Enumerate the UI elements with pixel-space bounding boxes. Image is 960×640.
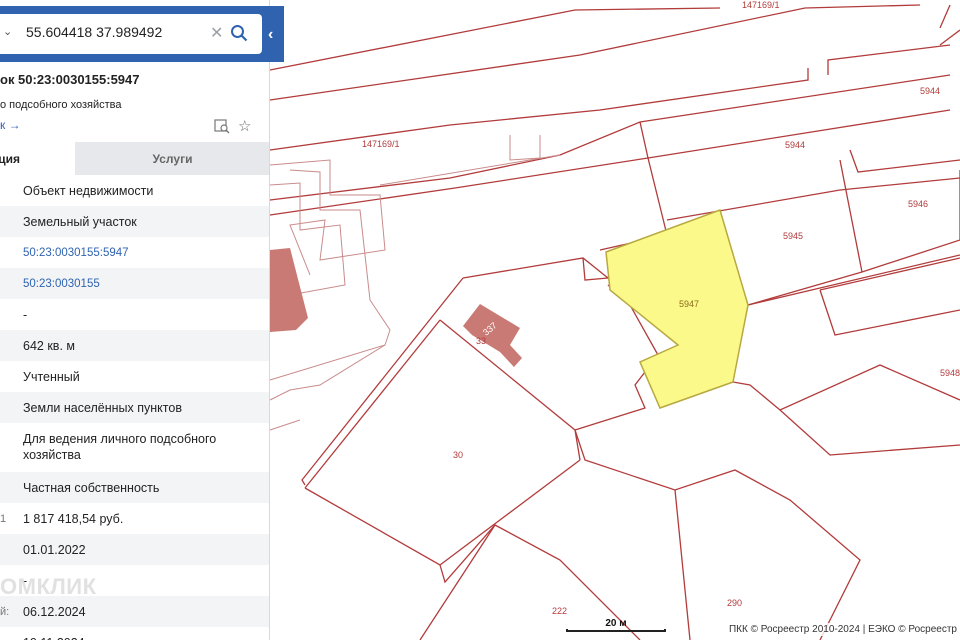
property-row: 642 кв. м [0, 330, 269, 361]
property-value: Частная собственность [23, 481, 160, 495]
property-value: Для ведения личного подсобного хозяйства [23, 432, 217, 462]
property-link[interactable]: 50:23:0030155 [23, 276, 262, 292]
property-row: 01.01.2022 [0, 534, 269, 565]
property-value: 19.11.2024 [23, 635, 262, 640]
plot-label: 5947 [679, 299, 699, 309]
property-list: Объект недвижимости Земельный участок 50:2… [0, 175, 269, 640]
search-bar: ⌄ ✕ ‹ [0, 6, 284, 62]
plot-label: 5948 [940, 368, 960, 378]
property-row: Частная собственность [0, 472, 269, 503]
property-key: 1 [0, 513, 7, 525]
plot-label: 5946 [908, 199, 928, 209]
page-subtitle: о подсобного хозяйства [0, 99, 122, 111]
plot-label: 5945 [783, 231, 803, 241]
plot-label: 147169/1 [742, 0, 780, 10]
property-row: 19.11.2024 [0, 627, 269, 640]
property-value: Земельный участок [23, 215, 137, 229]
plot-label: 30 [453, 450, 463, 460]
map-search-icon[interactable] [214, 118, 230, 134]
property-value: - [23, 308, 28, 322]
property-row: й: 06.12.2024 [0, 596, 269, 627]
property-value: 01.01.2022 [23, 543, 86, 557]
tab-information[interactable]: ция [0, 142, 75, 175]
search-input[interactable] [26, 24, 206, 40]
page-title: ок 50:23:0030155:5947 [0, 72, 140, 87]
property-row: Для ведения личного подсобного хозяйства [0, 423, 269, 472]
property-value: 1 817 418,54 руб. [23, 512, 124, 526]
property-row: 50:23:0030155:5947 [0, 237, 269, 268]
property-row: 1 1 817 418,54 руб. [0, 503, 269, 534]
property-value: 06.12.2024 [23, 605, 86, 619]
property-value: Объект недвижимости [23, 184, 154, 198]
property-row: 50:23:0030155 [0, 268, 269, 299]
plot-label: 222 [552, 606, 567, 616]
property-row: Земли населённых пунктов [0, 392, 269, 423]
tab-services[interactable]: Услуги [75, 142, 269, 175]
search-box: ⌄ ✕ [0, 14, 262, 54]
favorite-star-icon[interactable]: ☆ [238, 117, 251, 135]
property-value: Земли населённых пунктов [23, 401, 182, 415]
map-attribution: ПКК © Росреестр 2010-2024 | ЕЭКО © Росре… [725, 623, 960, 636]
property-link[interactable]: 50:23:0030155:5947 [23, 245, 262, 261]
plot-label: 33 [476, 336, 486, 346]
property-key: й: [0, 606, 10, 618]
property-row: - [0, 299, 269, 330]
property-row: Учтенный [0, 361, 269, 392]
chevron-down-icon[interactable]: ⌄ [3, 25, 12, 38]
property-row: Земельный участок [0, 206, 269, 237]
clear-icon[interactable]: ✕ [210, 23, 223, 43]
tab-label: ция [0, 151, 20, 166]
property-value: 642 кв. м [23, 339, 75, 353]
watermark-logo: ОМКЛИК [0, 574, 97, 599]
tab-label: Услуги [152, 151, 193, 166]
property-row: Объект недвижимости [0, 175, 269, 206]
plot-label: 5944 [920, 86, 940, 96]
info-panel: ок 50:23:0030155:5947 о подсобного хозяй… [0, 0, 270, 640]
plot-label: 5944 [785, 140, 805, 150]
scale-label: 20 м [605, 618, 627, 629]
property-value: Учтенный [23, 370, 80, 384]
collapse-panel-chevron-icon[interactable]: ‹ [268, 26, 273, 44]
plot-label: 290 [727, 598, 742, 608]
search-icon[interactable] [230, 24, 248, 42]
details-link[interactable]: к → [0, 118, 21, 132]
scale-bar: 20 м [566, 618, 666, 632]
panel-tabs: ция Услуги [0, 142, 269, 175]
scale-line [566, 629, 666, 632]
plot-label: 147169/1 [362, 139, 400, 149]
